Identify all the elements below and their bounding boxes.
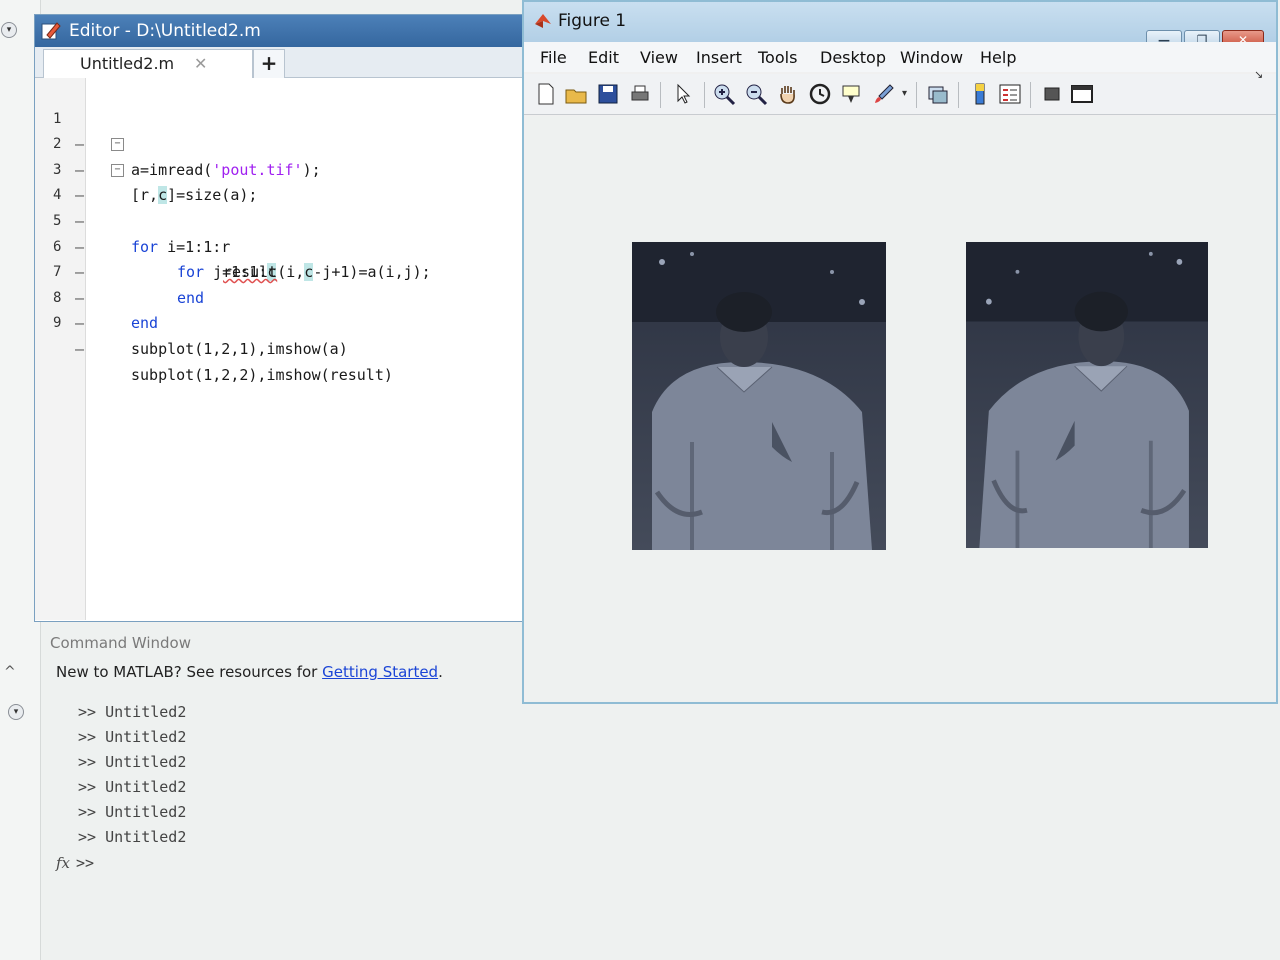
command-window-banner: New to MATLAB? See resources for Getting…	[44, 660, 536, 684]
figure-menu-bar: File Edit View Insert Tools Desktop Wind…	[524, 42, 1276, 72]
banner-end: .	[438, 663, 443, 681]
code-text: end	[131, 314, 159, 333]
code-text: subplot(1,2,1),imshow(a)	[131, 339, 348, 358]
show-plot-tools-icon[interactable]	[1070, 82, 1094, 106]
command-line: >> Untitled2	[78, 753, 187, 771]
link-plot-icon[interactable]	[926, 82, 950, 106]
line-number: 9	[53, 315, 62, 332]
breakpoint-marker[interactable]: –	[75, 337, 84, 363]
code-line: 6 – end	[35, 209, 525, 307]
command-line: >> Untitled2	[78, 828, 187, 846]
zoom-in-icon[interactable]	[712, 82, 736, 106]
code-text: subplot(1,2,2),imshow(result)	[131, 365, 393, 384]
getting-started-link[interactable]: Getting Started	[322, 663, 438, 681]
matlab-logo-icon	[535, 14, 551, 28]
edit-plot-arrow-icon[interactable]	[672, 82, 696, 106]
command-prompt[interactable]: fx >>	[56, 851, 94, 876]
code-line: 1 – a=imread('pout.tif');	[35, 81, 525, 179]
code-line: 8 – subplot(1,2,1),imshow(a)	[35, 260, 525, 358]
code-line: 9 – subplot(1,2,2),imshow(result)	[35, 286, 525, 383]
code-line: 4 – − for j=1:1:c	[35, 158, 525, 282]
editor-title: Editor - D:\Untitled2.m	[69, 21, 261, 41]
fold-toggle-icon[interactable]: −	[111, 138, 124, 152]
toolbar-separator	[916, 82, 917, 108]
zoom-out-icon[interactable]	[744, 82, 768, 106]
subplot-1-original-image	[632, 242, 886, 550]
tab-untitled2[interactable]: Untitled2.m ✕	[43, 49, 253, 78]
command-history[interactable]: >> Untitled2 >> Untitled2 >> Untitled2 >…	[78, 700, 186, 850]
figure-canvas	[526, 116, 1274, 702]
menu-insert[interactable]: Insert	[696, 48, 742, 67]
expand-up-icon[interactable]: ^	[4, 664, 16, 680]
tab-label: Untitled2.m	[80, 54, 175, 73]
function-browser-icon[interactable]: fx	[56, 854, 70, 872]
open-file-icon[interactable]	[564, 82, 588, 106]
banner-text: New to MATLAB? See resources for	[56, 663, 323, 681]
figure-title-bar[interactable]: Figure 1 — ❐ ✕	[524, 2, 1276, 52]
tab-close-icon[interactable]: ✕	[194, 50, 207, 78]
new-figure-icon[interactable]	[534, 82, 558, 106]
command-line: >> Untitled2	[78, 728, 187, 746]
toolbar-separator	[704, 82, 705, 108]
editor-title-bar[interactable]: Editor - D:\Untitled2.m	[35, 15, 525, 47]
save-icon[interactable]	[596, 82, 620, 106]
add-tab-button[interactable]: +	[253, 49, 285, 78]
figure-title: Figure 1	[558, 11, 627, 31]
command-window-menu-icon[interactable]: ▾	[8, 704, 24, 720]
menu-tools[interactable]: Tools	[758, 48, 797, 67]
data-cursor-icon[interactable]	[840, 82, 864, 106]
menu-file[interactable]: File	[540, 48, 567, 67]
figure-window: Figure 1 — ❐ ✕ File Edit View Insert Too…	[522, 0, 1278, 704]
editor-window: Editor - D:\Untitled2.m Untitled2.m ✕ + …	[34, 14, 526, 622]
brush-icon[interactable]	[872, 82, 896, 106]
command-window-header: Command Window	[50, 634, 192, 652]
hide-plot-tools-icon[interactable]	[1040, 82, 1064, 106]
brush-dropdown-icon[interactable]: ▾	[902, 88, 907, 99]
toolbar-separator	[958, 82, 959, 108]
command-line: >> Untitled2	[78, 703, 187, 721]
code-area[interactable]: 1 – a=imread('pout.tif'); 2 – [r,c]=size…	[35, 81, 525, 384]
menu-desktop[interactable]: Desktop	[820, 48, 886, 67]
panel-menu-icon[interactable]: ▾	[1, 22, 17, 38]
pan-hand-icon[interactable]	[776, 82, 800, 106]
toolbar-dock-icon[interactable]: ↘	[1254, 68, 1263, 81]
figure-toolbar: ▾ ↘	[524, 68, 1276, 115]
menu-window[interactable]: Window	[900, 48, 963, 67]
code-line: 3 – − for i=1:1:r	[35, 132, 525, 256]
prompt-text: >>	[76, 854, 95, 872]
menu-edit[interactable]: Edit	[588, 48, 619, 67]
editor-pencil-icon	[41, 22, 61, 40]
menu-view[interactable]: View	[640, 48, 678, 67]
command-line: >> Untitled2	[78, 803, 187, 821]
code-line: 2 – [r,c]=size(a);	[35, 107, 525, 205]
command-line: >> Untitled2	[78, 778, 187, 796]
print-icon[interactable]	[628, 82, 652, 106]
menu-help[interactable]: Help	[980, 48, 1016, 67]
code-line: 7 – end	[35, 235, 525, 332]
rotate-3d-icon[interactable]	[808, 82, 832, 106]
insert-legend-icon[interactable]	[998, 82, 1022, 106]
fold-toggle-icon[interactable]: −	[111, 163, 124, 177]
toolbar-separator	[660, 82, 661, 108]
subplot-2-flipped-image	[966, 242, 1208, 548]
editor-tab-bar: Untitled2.m ✕ +	[35, 47, 525, 78]
insert-colorbar-icon[interactable]	[968, 82, 992, 106]
code-line: 5 – result(i,c-j+1)=a(i,j);	[35, 183, 525, 282]
toolbar-separator	[1030, 82, 1031, 108]
